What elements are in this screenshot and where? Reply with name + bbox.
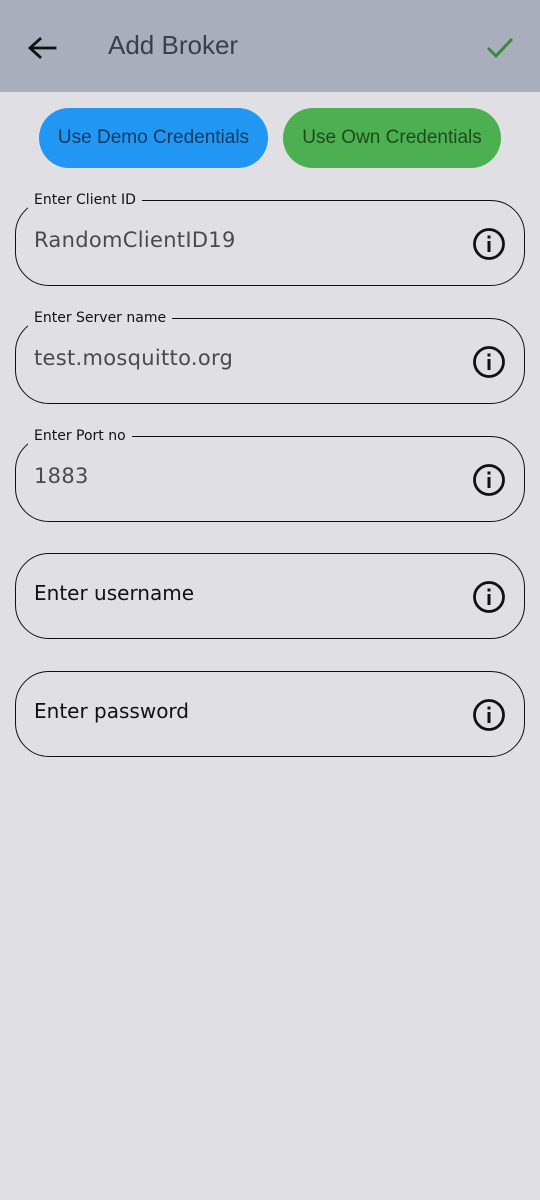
port-field[interactable]: Enter Port no 1883 <box>15 426 525 522</box>
info-circle-icon[interactable] <box>472 698 506 732</box>
client-id-label: Enter Client ID <box>28 190 142 210</box>
server-name-value[interactable]: test.mosquitto.org <box>34 346 233 370</box>
server-name-field[interactable]: Enter Server name test.mosquitto.org <box>15 308 525 404</box>
arrow-left-icon <box>27 37 57 59</box>
confirm-button[interactable] <box>478 26 522 70</box>
app-bar: Add Broker <box>0 0 540 92</box>
check-icon <box>486 37 514 59</box>
use-own-credentials-button[interactable]: Use Own Credentials <box>283 108 501 168</box>
info-circle-icon[interactable] <box>472 227 506 261</box>
client-id-value[interactable]: RandomClientID19 <box>34 228 236 252</box>
username-field[interactable]: Enter username <box>15 553 525 639</box>
password-placeholder[interactable]: Enter password <box>34 699 189 723</box>
page-title: Add Broker <box>108 30 239 60</box>
use-demo-credentials-button[interactable]: Use Demo Credentials <box>39 108 268 168</box>
info-circle-icon[interactable] <box>472 463 506 497</box>
client-id-field[interactable]: Enter Client ID RandomClientID19 <box>15 190 525 286</box>
username-placeholder[interactable]: Enter username <box>34 581 194 605</box>
port-value[interactable]: 1883 <box>34 464 89 488</box>
password-field[interactable]: Enter password <box>15 671 525 757</box>
back-button[interactable] <box>20 26 64 70</box>
port-label: Enter Port no <box>28 426 132 446</box>
info-circle-icon[interactable] <box>472 345 506 379</box>
info-circle-icon[interactable] <box>472 580 506 614</box>
server-name-label: Enter Server name <box>28 308 173 328</box>
